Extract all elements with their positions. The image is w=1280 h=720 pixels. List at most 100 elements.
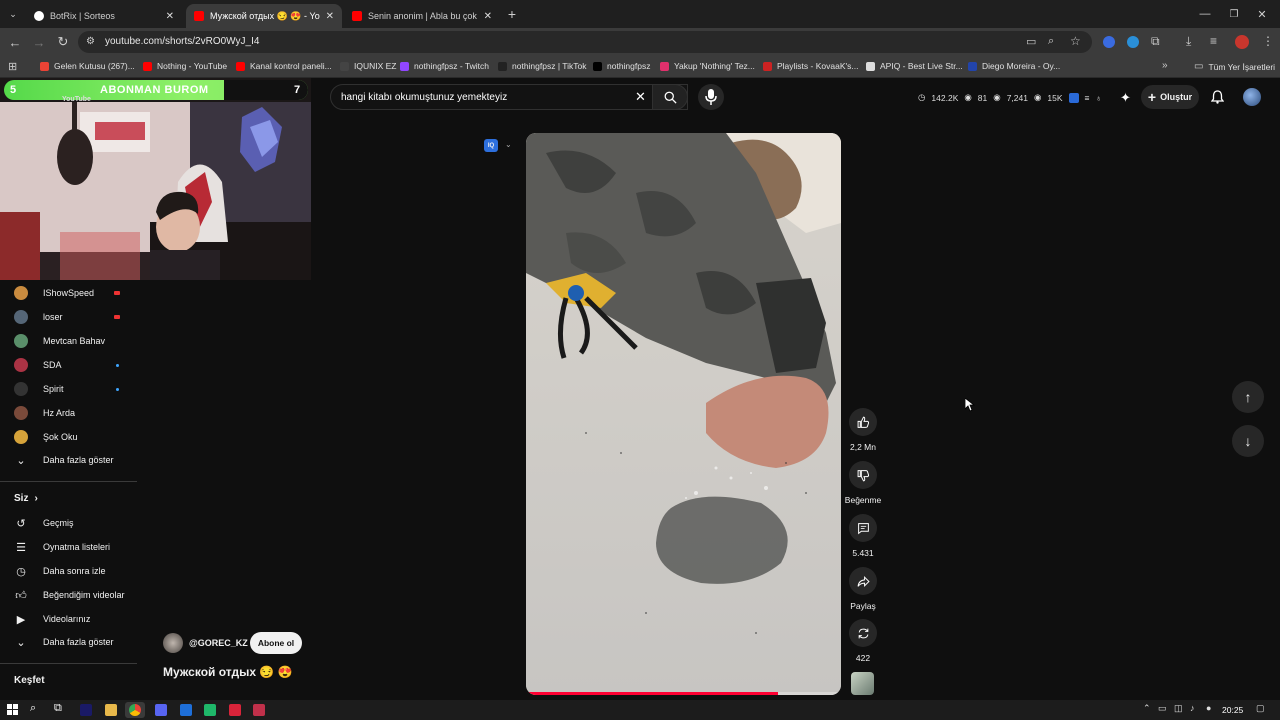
tab-search-icon[interactable]: ⌄ — [4, 5, 22, 23]
profile-avatar[interactable] — [1235, 35, 1249, 49]
discord-icon[interactable] — [155, 704, 167, 716]
you-item[interactable]: ▶ Videolarınız — [14, 608, 91, 630]
bookmark-item[interactable]: Nothing - YouTube — [143, 61, 227, 71]
subscription-item[interactable]: loser — [14, 306, 63, 328]
bookmark-favicon-icon — [143, 61, 152, 71]
sound-thumbnail[interactable] — [851, 672, 874, 695]
you-item[interactable]: 👍︎ Beğendiğim videolar — [14, 584, 124, 606]
mic-tray-icon[interactable]: ● — [1206, 703, 1211, 713]
you-item[interactable]: ◷ Daha sonra izle — [14, 560, 105, 582]
like-button[interactable]: 2,2 Mn — [848, 408, 878, 452]
clear-search-icon[interactable]: ✕ — [635, 89, 646, 105]
network-icon[interactable]: ◫ — [1174, 703, 1183, 714]
bookmark-item[interactable]: nothingfpsz - Twitch — [400, 61, 489, 71]
subscription-item[interactable]: SDA — [14, 354, 62, 376]
minimize-icon[interactable]: — — [1196, 5, 1214, 23]
close-window-icon[interactable]: ✕ — [1253, 5, 1271, 23]
search-button[interactable] — [652, 84, 688, 110]
voice-search-button[interactable] — [698, 84, 724, 110]
forward-icon[interactable]: → — [30, 33, 48, 51]
channel-avatar[interactable] — [163, 633, 183, 653]
create-button[interactable]: + Oluştur — [1141, 85, 1199, 109]
subscription-item[interactable]: IShowSpeed — [14, 282, 94, 304]
bookmark-item[interactable]: Gelen Kutusu (267)... — [40, 61, 135, 71]
file-explorer-icon[interactable] — [105, 704, 117, 716]
bookmark-item[interactable]: IQUNIX EZ — [340, 61, 397, 71]
bookmark-item[interactable]: nothingfpsz — [593, 61, 650, 71]
previous-short-button[interactable]: ↑ — [1232, 381, 1264, 413]
chevron-down-icon[interactable]: ⌄ — [505, 140, 512, 149]
remix-button[interactable]: 422 — [848, 619, 878, 663]
back-icon[interactable]: ← — [6, 33, 24, 51]
award-icon[interactable]: ♁ — [1095, 93, 1101, 103]
bookmark-item[interactable]: nothingfpsz | TikTok — [498, 61, 587, 71]
you-item[interactable]: ↺ Geçmiş — [14, 512, 73, 534]
tab-botrix[interactable]: BotRix | Sorteos ✕ — [26, 4, 182, 28]
you-section-header[interactable]: Siz › — [14, 487, 38, 509]
app-icon[interactable] — [229, 704, 241, 716]
bookmark-item[interactable]: APIQ - Best Live Str... — [866, 61, 963, 71]
new-tab-icon[interactable]: + — [503, 5, 521, 23]
reload-icon[interactable]: ↻ — [54, 33, 72, 51]
bookmark-star-icon[interactable]: ☆ — [1070, 34, 1081, 48]
dislike-button[interactable]: Beğenme — [845, 461, 881, 505]
search-input[interactable]: hangi kitabı okumuştunuz yemekteyiz ✕ — [330, 84, 688, 110]
extension-icon[interactable] — [1127, 36, 1139, 48]
close-icon[interactable]: ✕ — [166, 11, 174, 22]
you-show-more[interactable]: ⌄ Daha fazla göster — [14, 631, 113, 653]
windows-start-icon[interactable] — [7, 704, 18, 715]
tray-icon[interactable]: ▭ — [1158, 703, 1167, 714]
next-short-button[interactable]: ↓ — [1232, 425, 1264, 457]
more-bookmarks-icon[interactable]: » — [1162, 60, 1168, 71]
address-bar[interactable]: ⚙ youtube.com/shorts/2vRO0WyJ_I4 ▭ ⌕ ☆ — [78, 31, 1092, 53]
chrome-icon[interactable] — [129, 704, 141, 716]
subscription-item[interactable]: Şok Oku — [14, 426, 78, 448]
tab-youtube-2[interactable]: Senin anonim | Abla bu çok küfürlü ✕ — [344, 4, 500, 28]
bookmark-item[interactable]: Kanal kontrol paneli... — [236, 61, 332, 71]
restore-icon[interactable]: ❐ — [1225, 5, 1243, 23]
app-icon[interactable] — [253, 704, 265, 716]
subscription-item[interactable]: Spirit — [14, 378, 64, 400]
comments-button[interactable]: 5.431 — [848, 514, 878, 558]
subscription-item[interactable]: Hz Arda — [14, 402, 75, 424]
subscription-name: loser — [43, 312, 63, 322]
search-icon[interactable]: ⌕ — [30, 702, 36, 715]
video-progress-track[interactable] — [526, 692, 841, 695]
gemini-icon[interactable]: ✦ — [1120, 90, 1131, 106]
apps-grid-icon[interactable]: ⊞ — [8, 60, 17, 73]
notifications-icon[interactable]: ▢ — [1256, 703, 1265, 714]
menu-dots-icon[interactable]: ⋮ — [1262, 34, 1274, 48]
all-bookmarks[interactable]: ▭ Tüm Yer İşaretleri — [1194, 61, 1275, 72]
extension-icon[interactable] — [1103, 36, 1115, 48]
subscribe-button[interactable]: Abone ol — [250, 632, 302, 654]
bookmark-item[interactable]: Diego Moreira - Oy... — [968, 61, 1060, 71]
media-icon[interactable]: ≡ — [1210, 34, 1217, 48]
iq-extension-icon[interactable]: IQ — [484, 139, 498, 152]
cast-icon[interactable]: ▭ — [1026, 35, 1036, 48]
account-avatar[interactable] — [1243, 88, 1261, 106]
close-icon[interactable]: ✕ — [326, 11, 334, 22]
close-icon[interactable]: ✕ — [484, 11, 492, 22]
you-item[interactable]: ☰ Oynatma listeleri — [14, 536, 110, 558]
tab-youtube-active[interactable]: Мужской отдых 😏 😍 - YouTube ✕ — [186, 4, 342, 28]
channel-handle[interactable]: @GOREC_KZ — [189, 638, 248, 648]
app-icon[interactable] — [204, 704, 216, 716]
app-icon[interactable] — [180, 704, 192, 716]
bookmark-item[interactable]: Yakup 'Nothing' Tez... — [660, 61, 755, 71]
bookmark-item[interactable]: Playlists - KovaaK's... — [763, 61, 858, 71]
short-video-player[interactable] — [526, 133, 841, 695]
subscription-item[interactable]: Mevtcan Bahav — [14, 330, 105, 352]
share-button[interactable]: Paylaş — [848, 567, 878, 611]
site-info-icon[interactable]: ⚙ — [86, 36, 95, 47]
task-view-icon[interactable]: ⧉ — [54, 702, 62, 715]
extension-badge-icon[interactable] — [1068, 92, 1079, 103]
notifications-bell-icon[interactable] — [1211, 90, 1224, 104]
volume-icon[interactable]: ♪ — [1190, 703, 1195, 713]
download-icon[interactable]: ⤓ — [1186, 34, 1191, 49]
premiere-icon[interactable] — [80, 704, 92, 716]
zoom-icon[interactable]: ⌕ — [1048, 35, 1054, 48]
extensions-puzzle-icon[interactable]: ⧉ — [1151, 34, 1160, 49]
subscriptions-show-more[interactable]: ⌄ Daha fazla göster — [14, 449, 113, 471]
tray-chevron-icon[interactable]: ⌃ — [1143, 703, 1151, 714]
list-icon[interactable]: ≡ — [1085, 93, 1090, 103]
